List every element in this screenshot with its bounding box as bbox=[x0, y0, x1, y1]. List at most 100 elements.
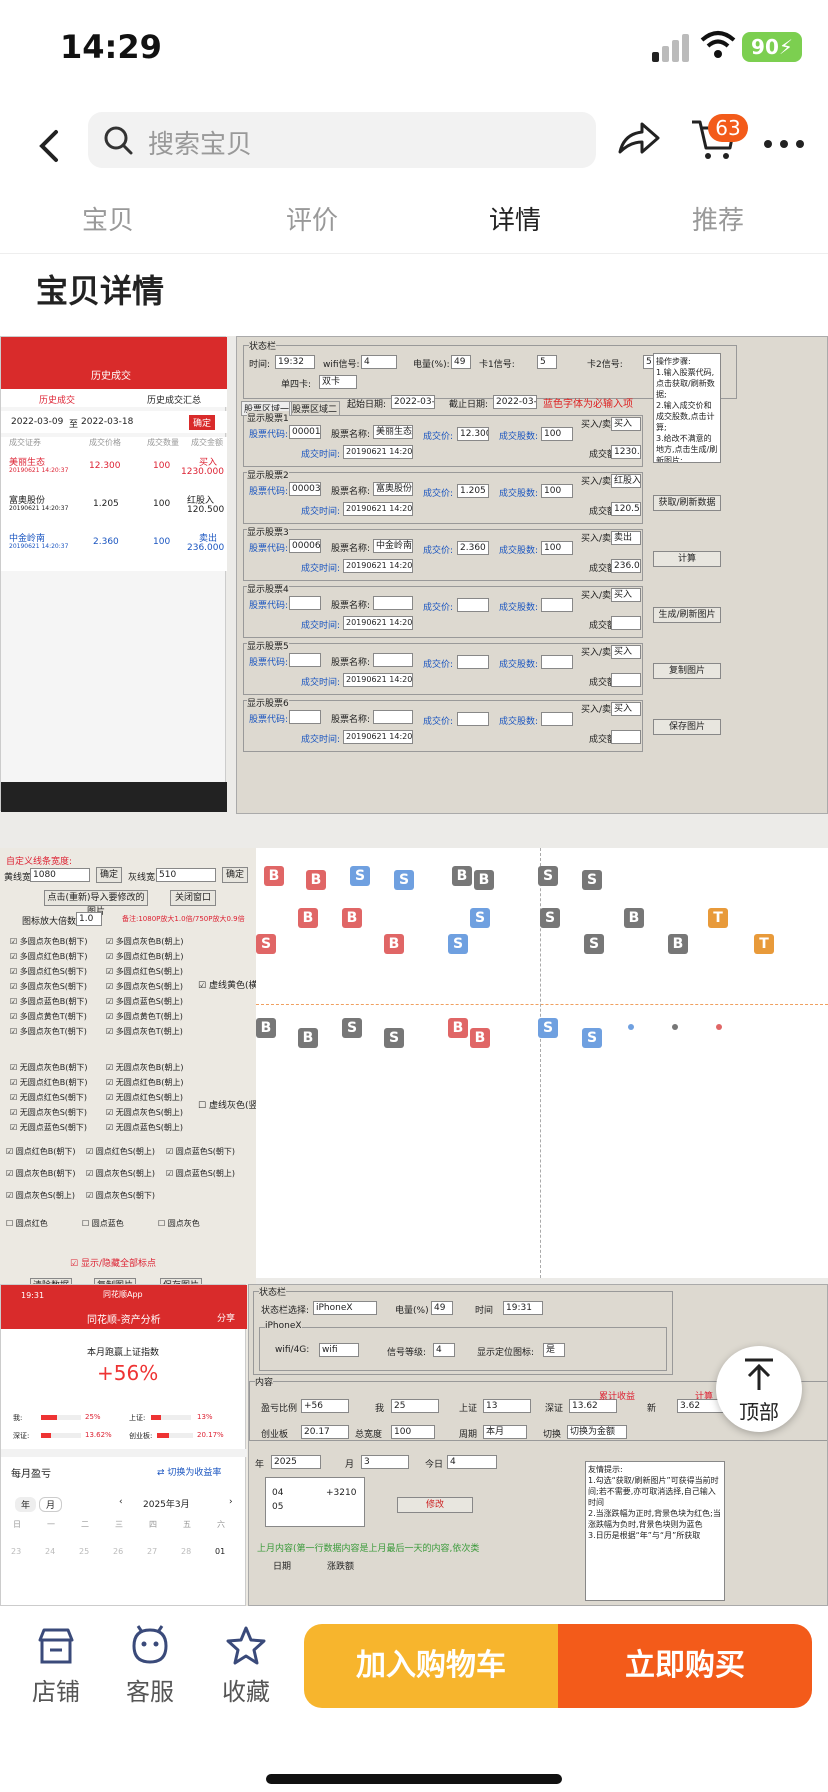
name-input[interactable]: 美丽生态 bbox=[373, 425, 413, 439]
tab-product[interactable]: 宝贝 bbox=[48, 200, 168, 237]
option-checkbox[interactable]: ☑ 无圆点红色S(朝上) bbox=[106, 1092, 183, 1103]
yellow-width-input[interactable]: 1080 bbox=[30, 868, 90, 882]
back-to-top-button[interactable]: 顶部 bbox=[716, 1346, 802, 1432]
virtual-yellow-option[interactable]: ☑ 虚线黄色(横) bbox=[198, 978, 261, 991]
option-checkbox[interactable]: ☑ 圆点红色S(朝上) bbox=[86, 1146, 155, 1157]
amount-input[interactable] bbox=[611, 616, 641, 630]
service-button[interactable]: 客服 bbox=[110, 1624, 190, 1707]
price-input[interactable]: 2.360 bbox=[457, 541, 489, 555]
ratio-input[interactable]: +56 bbox=[301, 1399, 349, 1413]
amount-input[interactable]: 1230.000 bbox=[611, 445, 641, 459]
option-checkbox[interactable]: ☑ 无圆点红色B(朝下) bbox=[10, 1077, 87, 1088]
option-checkbox[interactable]: ☑ 无圆点红色B(朝上) bbox=[106, 1077, 183, 1088]
price-input[interactable] bbox=[457, 655, 489, 669]
sim1-select[interactable]: 5 bbox=[537, 355, 557, 369]
stock-group-title[interactable]: 显示股票2 bbox=[247, 468, 289, 481]
battery-input[interactable]: 49 bbox=[431, 1301, 453, 1315]
today-input[interactable]: 4 bbox=[447, 1455, 497, 1469]
search-box[interactable]: 搜索宝贝 bbox=[88, 112, 596, 168]
option-checkbox[interactable]: ☑ 多圆点灰色B(朝下) bbox=[10, 936, 87, 947]
code-input[interactable]: 000060 bbox=[289, 539, 321, 553]
more-icon[interactable] bbox=[762, 138, 808, 150]
option-checkbox[interactable]: ☑ 多圆点红色S(朝上) bbox=[106, 966, 183, 977]
stock-group-title[interactable]: 显示股票5 bbox=[247, 639, 289, 652]
option-checkbox[interactable]: ☑ 多圆点灰色S(朝上) bbox=[106, 981, 183, 992]
time-input[interactable]: 20190621 14:20:37 bbox=[343, 445, 413, 459]
time-input[interactable]: 20190621 14:20:37 bbox=[343, 673, 413, 687]
back-arrow-icon[interactable] bbox=[30, 126, 70, 166]
code-input[interactable] bbox=[289, 653, 321, 667]
time-input[interactable]: 20190621 14:20:37 bbox=[343, 502, 413, 516]
statusbar-select[interactable]: iPhoneX bbox=[313, 1301, 377, 1315]
sim-mode-select[interactable]: 双卡 bbox=[319, 375, 357, 389]
time-input[interactable]: 20190621 14:20:37 bbox=[343, 730, 413, 744]
qty-input[interactable] bbox=[541, 655, 573, 669]
name-input[interactable]: 中金岭南 bbox=[373, 539, 413, 553]
option-checkbox[interactable]: ☑ 无圆点蓝色S(朝下) bbox=[10, 1122, 87, 1133]
me-input[interactable]: 25 bbox=[391, 1399, 439, 1413]
option-checkbox[interactable]: ☑ 无圆点灰色S(朝上) bbox=[106, 1107, 183, 1118]
save-image-button[interactable]: 保存图片 bbox=[653, 719, 721, 735]
side-select[interactable]: 买入 bbox=[611, 417, 641, 431]
side-select[interactable]: 卖出 bbox=[611, 531, 641, 545]
tab-stock-area-2[interactable]: 股票区域二 bbox=[289, 401, 341, 416]
option-checkbox[interactable]: ☑ 多圆点蓝色S(朝上) bbox=[106, 996, 183, 1007]
wifi-select[interactable]: 4 bbox=[361, 355, 397, 369]
switch-select[interactable]: 切换为金额 bbox=[567, 1425, 627, 1439]
share-icon[interactable] bbox=[616, 118, 662, 158]
time-input[interactable]: 20190621 14:20:37 bbox=[343, 559, 413, 573]
time-input[interactable]: 19:31 bbox=[503, 1301, 543, 1315]
day-list[interactable]: 04 +3210 05 bbox=[265, 1477, 365, 1527]
tab-recommend[interactable]: 推荐 bbox=[658, 200, 778, 237]
stock-group-title[interactable]: 显示股票6 bbox=[247, 696, 289, 709]
name-input[interactable]: 富奥股份 bbox=[373, 482, 413, 496]
option-checkbox[interactable]: ☑ 多圆点灰色T(朝上) bbox=[106, 1026, 183, 1037]
price-input[interactable]: 12.300 bbox=[457, 427, 489, 441]
price-input[interactable] bbox=[457, 598, 489, 612]
price-input[interactable] bbox=[457, 712, 489, 726]
gray-width-input[interactable]: 510 bbox=[156, 868, 216, 882]
name-input[interactable] bbox=[373, 596, 413, 610]
amount-input[interactable]: 120.500 bbox=[611, 502, 641, 516]
option-checkbox[interactable]: ☑ 无圆点蓝色S(朝上) bbox=[106, 1122, 183, 1133]
tab-reviews[interactable]: 评价 bbox=[252, 200, 372, 237]
option-checkbox[interactable]: ☑ 无圆点灰色B(朝下) bbox=[10, 1062, 87, 1073]
qty-input[interactable] bbox=[541, 598, 573, 612]
option-checkbox[interactable]: ☑ 多圆点黄色T(朝上) bbox=[106, 1011, 183, 1022]
side-select[interactable]: 买入 bbox=[611, 588, 641, 602]
option-checkbox[interactable]: ☑ 圆点灰色S(朝上) bbox=[6, 1190, 75, 1201]
scale-input[interactable]: 1.0 bbox=[76, 912, 102, 926]
code-input[interactable] bbox=[289, 596, 321, 610]
year-input[interactable]: 2025 bbox=[271, 1455, 321, 1469]
period-select[interactable]: 本月 bbox=[483, 1425, 527, 1439]
stock-group-title[interactable]: 显示股票1 bbox=[247, 411, 289, 424]
name-input[interactable] bbox=[373, 710, 413, 724]
time-input[interactable]: 19:32 bbox=[275, 355, 315, 369]
total-width-select[interactable]: 100 bbox=[391, 1425, 435, 1439]
option-checkbox[interactable]: ☑ 无圆点灰色S(朝下) bbox=[10, 1107, 87, 1118]
cy-input[interactable]: 20.17 bbox=[301, 1425, 349, 1439]
option-checkbox[interactable]: ☑ 无圆点红色S(朝下) bbox=[10, 1092, 87, 1103]
option-checkbox[interactable]: ☑ 圆点灰色B(朝下) bbox=[6, 1168, 75, 1179]
option-checkbox[interactable]: ☑ 圆点红色B(朝下) bbox=[6, 1146, 75, 1157]
option-checkbox[interactable]: ☑ 多圆点红色S(朝下) bbox=[10, 966, 87, 977]
import-image-button[interactable]: 点击(重新)导入要修改的图片 bbox=[44, 890, 148, 917]
amount-input[interactable] bbox=[611, 730, 641, 744]
code-input[interactable]: 000030 bbox=[289, 482, 321, 496]
time-input[interactable]: 20190621 14:20:37 bbox=[343, 616, 413, 630]
name-input[interactable] bbox=[373, 653, 413, 667]
option-checkbox[interactable]: ☐ 圆点红色 bbox=[6, 1218, 48, 1229]
option-checkbox[interactable]: ☑ 多圆点蓝色B(朝下) bbox=[10, 996, 87, 1007]
confirm-button[interactable]: 确定 bbox=[96, 867, 122, 883]
signal-level-select[interactable]: 4 bbox=[433, 1343, 455, 1357]
option-checkbox[interactable]: ☑ 多圆点灰色T(朝下) bbox=[10, 1026, 87, 1037]
location-icon-select[interactable]: 是 bbox=[543, 1343, 565, 1357]
confirm-button[interactable]: 确定 bbox=[222, 867, 248, 883]
option-checkbox[interactable]: ☑ 圆点蓝色S(朝下) bbox=[166, 1146, 235, 1157]
sh-input[interactable]: 13 bbox=[483, 1399, 531, 1413]
option-checkbox[interactable]: ☑ 多圆点灰色S(朝下) bbox=[10, 981, 87, 992]
network-select[interactable]: wifi bbox=[319, 1343, 359, 1357]
side-select[interactable]: 买入 bbox=[611, 645, 641, 659]
qty-input[interactable]: 100 bbox=[541, 541, 573, 555]
add-to-cart-button[interactable]: 加入购物车 bbox=[304, 1624, 558, 1708]
